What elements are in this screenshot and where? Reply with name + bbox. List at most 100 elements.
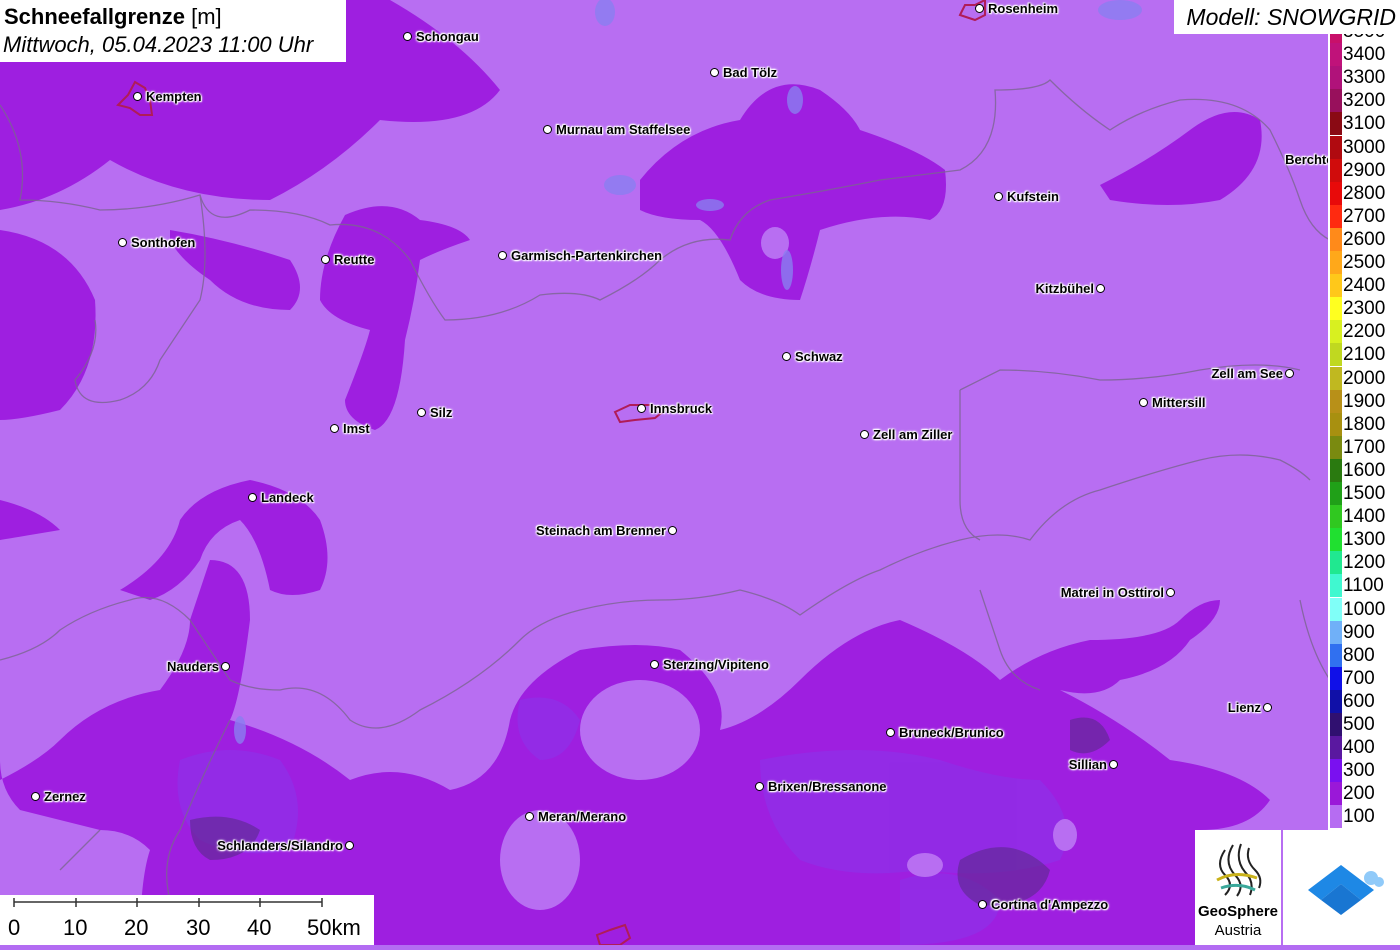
city-marker[interactable] — [498, 251, 507, 260]
legend-label: 2300 — [1343, 298, 1386, 320]
city-label: Sonthofen — [131, 235, 196, 250]
legend-label: 800 — [1343, 644, 1375, 666]
city-marker[interactable] — [1109, 760, 1118, 769]
legend-label: 300 — [1343, 760, 1375, 782]
legend-swatch — [1330, 736, 1342, 760]
city-marker[interactable] — [637, 404, 646, 413]
city-marker[interactable] — [1096, 284, 1105, 293]
snowfall-line-map[interactable] — [0, 0, 1400, 945]
legend-swatch — [1330, 366, 1342, 390]
city-marker[interactable] — [345, 841, 354, 850]
city-marker[interactable] — [1166, 588, 1175, 597]
city-marker[interactable] — [321, 255, 330, 264]
city-marker[interactable] — [994, 192, 1003, 201]
legend-swatch — [1330, 251, 1342, 275]
city-marker[interactable] — [668, 526, 677, 535]
legend-swatch — [1330, 551, 1342, 575]
weather-app-logo[interactable] — [1283, 830, 1400, 945]
legend-label: 2400 — [1343, 275, 1386, 297]
legend-label: 2100 — [1343, 344, 1386, 366]
city-marker[interactable] — [118, 238, 127, 247]
city-marker[interactable] — [1139, 398, 1148, 407]
legend-label: 500 — [1343, 714, 1375, 735]
legend-label: 2200 — [1343, 321, 1386, 343]
city-label: Reutte — [334, 252, 375, 267]
legend-swatch — [1330, 666, 1342, 690]
legend-swatch — [1330, 689, 1342, 713]
legend-swatch — [1330, 505, 1342, 529]
city-label: Bad Tölz — [723, 65, 778, 80]
legend-label: 3400 — [1343, 44, 1386, 66]
city-marker[interactable] — [543, 125, 552, 134]
city-marker[interactable] — [31, 792, 40, 801]
legend-swatch — [1330, 458, 1342, 482]
legend-swatch — [1330, 204, 1342, 228]
scale-label-0: 0 — [8, 915, 21, 940]
city-label: Garmisch-Partenkirchen — [511, 248, 663, 263]
legend-label: 1700 — [1343, 436, 1386, 458]
city-marker[interactable] — [650, 660, 659, 669]
legend-swatch — [1330, 135, 1342, 159]
scale-label-50km: 50km — [307, 915, 361, 940]
city-marker[interactable] — [978, 900, 987, 909]
scale-label-20: 20 — [124, 915, 149, 940]
city-marker[interactable] — [755, 782, 764, 791]
city-label: Landeck — [261, 490, 314, 505]
legend-label: 1900 — [1343, 390, 1386, 412]
title-unit: [m] — [191, 4, 222, 29]
city-marker[interactable] — [221, 662, 230, 671]
city-label: Kempten — [146, 89, 202, 104]
city-marker[interactable] — [782, 352, 791, 361]
city-label: Imst — [343, 421, 370, 436]
city-label: Innsbruck — [650, 401, 713, 416]
legend-label: 3500 — [1343, 34, 1385, 42]
legend-swatch — [1330, 412, 1342, 436]
legend-label: 3200 — [1343, 90, 1386, 112]
model-box: Modell: SNOWGRID — [1174, 0, 1400, 34]
legend-swatch — [1330, 435, 1342, 459]
legend-label: 2700 — [1343, 205, 1386, 227]
legend-swatch — [1330, 620, 1342, 644]
city-marker[interactable] — [860, 430, 869, 439]
legend-swatch — [1330, 181, 1342, 205]
city-marker[interactable] — [1263, 703, 1272, 712]
city-marker[interactable] — [886, 728, 895, 737]
legend-label: 400 — [1343, 737, 1375, 759]
legend-swatch — [1330, 43, 1342, 67]
legend-swatch — [1330, 158, 1342, 182]
legend-swatch — [1330, 343, 1342, 367]
legend-label: 2800 — [1343, 182, 1386, 204]
city-marker[interactable] — [525, 812, 534, 821]
legend-label: 600 — [1343, 690, 1375, 712]
legend-label: 2500 — [1343, 252, 1386, 273]
geosphere-name: GeoSphere — [1197, 903, 1279, 920]
legend-label: 1600 — [1343, 459, 1386, 481]
city-label: Brixen/Bressanone — [768, 779, 887, 794]
city-label: Sillian — [1068, 757, 1107, 772]
legend-swatch — [1330, 274, 1342, 298]
city-marker[interactable] — [403, 32, 412, 41]
city-marker[interactable] — [133, 92, 142, 101]
city-marker[interactable] — [1285, 369, 1294, 378]
scale-label-30: 30 — [186, 915, 211, 940]
city-label: Zell am Ziller — [873, 427, 953, 442]
city-marker[interactable] — [710, 68, 719, 77]
legend-label: 1800 — [1343, 413, 1386, 435]
legend-swatch — [1330, 297, 1342, 321]
legend-label: 1300 — [1343, 529, 1386, 551]
city-marker[interactable] — [248, 493, 257, 502]
legend-label: 200 — [1343, 783, 1375, 805]
legend-swatch — [1330, 482, 1342, 506]
city-label: Kitzbühel — [1035, 281, 1095, 296]
city-label: Rosenheim — [988, 1, 1059, 16]
cloud-arrow-icon — [1308, 865, 1384, 915]
city-label: Schwaz — [795, 349, 843, 364]
city-marker[interactable] — [330, 424, 339, 433]
title-box: Schneefallgrenze [m] Mittwoch, 05.04.202… — [0, 0, 346, 62]
map-datetime: Mittwoch, 05.04.2023 11:00 Uhr — [3, 32, 314, 57]
city-label: Kufstein — [1007, 189, 1059, 204]
model-label: Modell: SNOWGRID — [1186, 4, 1396, 30]
geosphere-logo[interactable]: GeoSphere Austria — [1195, 830, 1281, 945]
city-marker[interactable] — [975, 4, 984, 13]
city-marker[interactable] — [417, 408, 426, 417]
